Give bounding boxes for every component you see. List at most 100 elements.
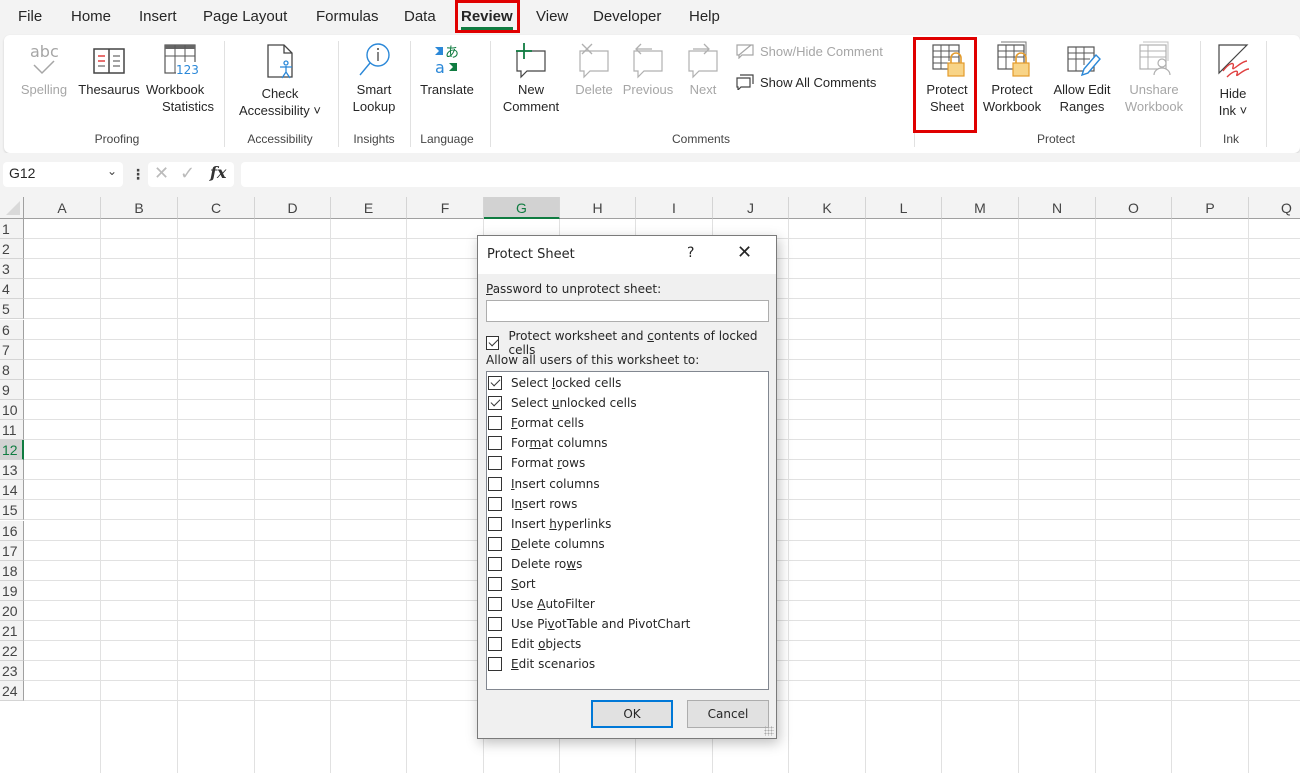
insert-function-icon[interactable]: fx [210,163,226,182]
permission-checkbox[interactable] [488,436,502,451]
row-header-18[interactable]: 18 [0,560,24,581]
column-header-e[interactable]: E [331,197,407,219]
hide-ink-button[interactable]: Hide Ink ˅ [1206,41,1260,119]
column-header-p[interactable]: P [1172,197,1249,219]
permission-checkbox[interactable] [488,376,502,390]
permission-item[interactable]: Insert hyperlinks [488,514,611,534]
permission-item[interactable]: Sort [488,574,536,594]
translate-button[interactable]: あa Translate [414,41,480,98]
permission-item[interactable]: Delete rows [488,554,582,574]
row-header-10[interactable]: 10 [0,399,24,420]
column-header-c[interactable]: C [178,197,255,219]
tab-insert[interactable]: Insert [139,6,177,30]
column-header-h[interactable]: H [560,197,636,219]
row-header-5[interactable]: 5 [0,299,24,320]
permission-item[interactable]: Insert rows [488,494,577,514]
row-header-13[interactable]: 13 [0,460,24,481]
confirm-entry-icon[interactable]: ✓ [180,163,195,184]
column-header-f[interactable]: F [407,197,484,219]
name-box[interactable]: G12 ⌄ [3,162,123,187]
permission-checkbox[interactable] [488,456,502,471]
check-accessibility-button[interactable]: Check Accessibility ˅ [230,41,330,119]
permission-checkbox[interactable] [488,657,502,672]
next-comment-button[interactable]: Next [678,41,728,98]
permission-item[interactable]: Select unlocked cells [488,393,637,413]
permission-checkbox[interactable] [488,597,502,612]
row-header-16[interactable]: 16 [0,520,24,541]
password-field[interactable] [486,300,769,322]
previous-comment-button[interactable]: Previous [620,41,676,98]
cancel-button[interactable]: Cancel [687,700,769,728]
permissions-list[interactable]: Select locked cells Select unlocked cells… [486,371,769,690]
chevron-down-icon[interactable]: ⌄ [107,164,117,178]
row-header-15[interactable]: 15 [0,500,24,521]
row-header-17[interactable]: 17 [0,540,24,561]
row-header-11[interactable]: 11 [0,420,24,440]
tab-view[interactable]: View [536,6,568,30]
column-header-i[interactable]: I [636,197,713,219]
permission-item[interactable]: Edit scenarios [488,654,595,674]
row-header-6[interactable]: 6 [0,319,24,340]
permission-item[interactable]: Delete columns [488,534,605,554]
resize-grip[interactable] [764,726,774,736]
permission-item[interactable]: Format rows [488,453,585,473]
allow-edit-ranges-button[interactable]: Allow Edit Ranges [1046,41,1118,115]
show-hide-comment-button[interactable]: Show/Hide Comment [736,43,883,59]
tab-review[interactable]: Review [461,6,513,30]
smart-lookup-button[interactable]: Smart Lookup [342,41,406,115]
row-header-19[interactable]: 19 [0,580,24,601]
workbook-statistics-button[interactable]: 123 Workbook Statistics [144,41,214,115]
permission-item[interactable]: Format columns [488,433,608,453]
ok-button[interactable]: OK [591,700,673,728]
unshare-workbook-button[interactable]: Unshare Workbook [1118,41,1190,115]
permission-checkbox[interactable] [488,416,502,431]
row-header-23[interactable]: 23 [0,661,24,682]
tab-developer[interactable]: Developer [593,6,661,30]
permission-checkbox[interactable] [488,476,502,491]
tab-help[interactable]: Help [689,6,720,30]
row-header-4[interactable]: 4 [0,279,24,300]
tab-formulas[interactable]: Formulas [316,6,379,30]
row-header-7[interactable]: 7 [0,339,24,360]
show-all-comments-button[interactable]: Show All Comments [736,74,876,90]
help-icon[interactable]: ? [687,245,694,261]
column-header-d[interactable]: D [255,197,331,219]
select-all-corner[interactable] [0,197,24,219]
permission-item[interactable]: Use AutoFilter [488,594,595,614]
tab-home[interactable]: Home [71,6,111,30]
column-header-b[interactable]: B [101,197,178,219]
column-header-q[interactable]: Q [1249,197,1300,219]
row-header-14[interactable]: 14 [0,480,24,501]
permission-checkbox[interactable] [488,556,502,571]
permission-item[interactable]: Edit objects [488,634,581,654]
permission-checkbox[interactable] [488,617,502,632]
column-header-m[interactable]: M [942,197,1019,219]
permission-checkbox[interactable] [488,577,502,591]
row-header-1[interactable]: 1 [0,219,24,239]
permission-checkbox[interactable] [488,396,502,411]
row-header-2[interactable]: 2 [0,239,24,260]
spelling-button[interactable]: abc Spelling [16,41,72,98]
column-header-g[interactable]: G [484,197,560,219]
column-header-k[interactable]: K [789,197,866,219]
column-header-n[interactable]: N [1019,197,1096,219]
permission-item[interactable]: Format cells [488,413,584,433]
column-header-o[interactable]: O [1096,197,1172,219]
delete-comment-button[interactable]: Delete [568,41,620,98]
close-icon[interactable]: ✕ [737,242,752,263]
more-options-icon[interactable]: ⋮ [131,166,145,183]
tab-page-layout[interactable]: Page Layout [203,6,287,30]
permission-checkbox[interactable] [488,536,502,551]
row-header-21[interactable]: 21 [0,621,24,641]
row-header-20[interactable]: 20 [0,600,24,621]
formula-input[interactable] [241,162,1300,187]
cancel-entry-icon[interactable]: ✕ [154,163,169,184]
thesaurus-button[interactable]: Thesaurus [74,41,144,98]
row-header-22[interactable]: 22 [0,641,24,662]
protect-workbook-button[interactable]: Protect Workbook [978,41,1046,115]
protect-sheet-button[interactable]: Protect Sheet [920,41,974,115]
permission-checkbox[interactable] [488,496,502,511]
row-header-9[interactable]: 9 [0,379,24,400]
row-header-3[interactable]: 3 [0,259,24,280]
row-header-12[interactable]: 12 [0,440,24,461]
